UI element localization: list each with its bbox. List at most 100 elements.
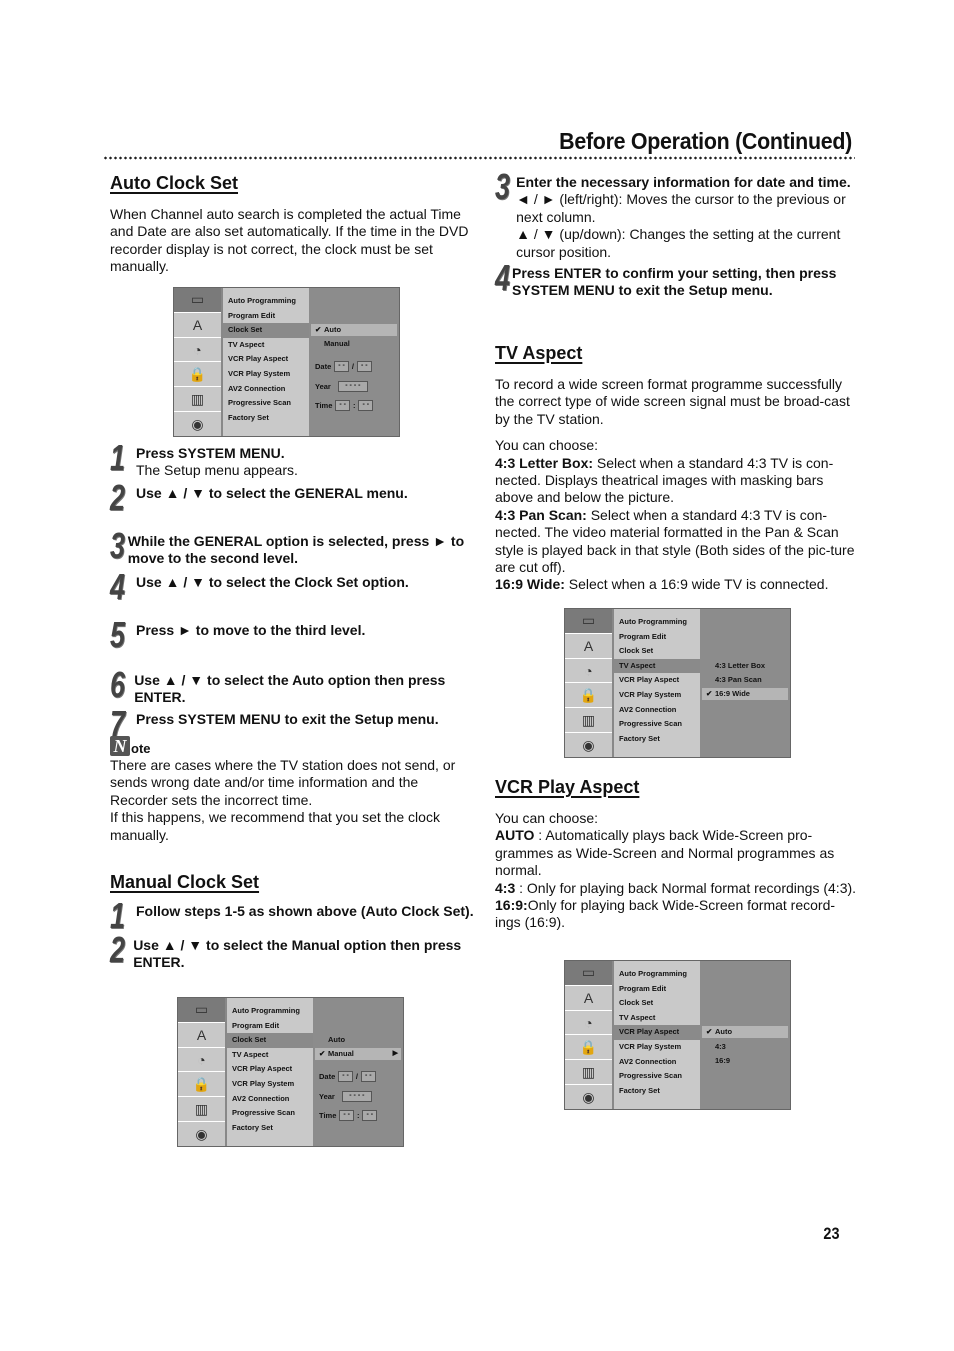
lock-icon[interactable]: 🔒 — [565, 683, 612, 709]
audio-disc-icon[interactable]: ◔ — [565, 1011, 612, 1036]
menu-option[interactable]: ✔ 16:9 Wide — [702, 688, 788, 701]
disc-icon[interactable]: ◉ — [174, 412, 221, 436]
menu-item[interactable]: Program Edit — [614, 982, 700, 997]
option-text: Only for playing back Wide-Screen format… — [495, 897, 836, 931]
step-item: 4 Press ENTER to confirm your setting, th… — [495, 260, 860, 300]
menu-option[interactable]: Auto — [315, 1034, 401, 1046]
time-input[interactable]: - - — [339, 1110, 354, 1121]
disc-icon[interactable]: ◉ — [178, 1122, 225, 1146]
menu-item[interactable]: Auto Programming — [227, 1004, 313, 1019]
menu-item[interactable]: Factory Set — [614, 732, 700, 747]
menu-option[interactable]: 4:3 Pan Scan — [702, 674, 788, 686]
menu-item[interactable]: Program Edit — [227, 1019, 313, 1034]
menu-option[interactable]: ✔ Auto — [311, 324, 397, 337]
menu-item[interactable]: Factory Set — [614, 1084, 700, 1099]
date-input[interactable]: - - — [334, 361, 349, 372]
menu-option[interactable]: ✔ Manual ▶ — [315, 1048, 401, 1061]
step-text: Press ENTER to confirm your setting, the… — [512, 265, 860, 300]
menu-option[interactable]: 4:3 Letter Box — [702, 660, 788, 672]
language-icon[interactable]: A — [565, 986, 612, 1011]
menu-item[interactable]: Progressive Scan — [223, 396, 309, 411]
menu-item[interactable]: Auto Programming — [614, 615, 700, 630]
menu-option[interactable]: 4:3 — [702, 1041, 788, 1053]
year-input[interactable]: - - - - — [337, 381, 368, 392]
menu-item[interactable]: VCR Play System — [614, 688, 700, 703]
menu-item[interactable]: TV Aspect — [227, 1048, 313, 1063]
language-icon[interactable]: A — [174, 313, 221, 338]
step-instruction: Follow steps 1-5 as shown above (Auto Cl… — [136, 903, 474, 919]
menu-options-panel: 4:3 Letter Box 4:3 Pan Scan ✔ 16:9 Wide — [700, 609, 790, 757]
menu-item[interactable]: Auto Programming — [614, 967, 700, 982]
year-input[interactable]: - - - - — [341, 1091, 372, 1102]
menu-item[interactable]: Program Edit — [614, 630, 700, 645]
menu-item[interactable]: Clock Set — [223, 323, 310, 338]
date-input[interactable]: - - — [360, 1071, 376, 1082]
menu-option-label: Manual — [324, 339, 350, 349]
option-description: 4:3 Letter Box: Select when a standard 4… — [495, 455, 857, 507]
menu-item[interactable]: Clock Set — [614, 644, 700, 659]
menu-item[interactable]: VCR Play System — [614, 1040, 700, 1055]
menu-item[interactable]: VCR Play Aspect — [614, 1025, 701, 1040]
setup-menu-manual-clock: ▭ A ◔ 🔒 ▥ ◉ Auto Programming Program Edit Clock … — [177, 997, 404, 1147]
menu-item[interactable]: Clock Set — [227, 1033, 314, 1048]
disc-icon[interactable]: ◉ — [565, 733, 612, 757]
menu-item[interactable]: AV2 Connection — [614, 703, 700, 718]
menu-option[interactable]: 16:9 — [702, 1055, 788, 1067]
date-input[interactable]: - - — [356, 361, 372, 372]
step-item: 1 Follow steps 1-5 as shown above (Auto C… — [110, 898, 475, 934]
menu-item[interactable]: Program Edit — [223, 309, 309, 324]
menu-option[interactable]: ✔ Auto — [702, 1026, 788, 1039]
menu-item[interactable]: Clock Set — [614, 996, 700, 1011]
menu-item[interactable]: Progressive Scan — [614, 1069, 700, 1084]
menu-item[interactable]: VCR Play Aspect — [614, 673, 700, 688]
setup-menu-tv-aspect: ▭ A ◔ 🔒 ▥ ◉ Auto Programming Program Edit Clock … — [564, 608, 791, 758]
date-input[interactable]: - - — [338, 1071, 353, 1082]
time-input[interactable]: - - — [362, 1110, 378, 1121]
tv-icon[interactable]: ▭ — [174, 288, 221, 313]
tv-icon[interactable]: ▭ — [565, 961, 612, 986]
language-icon[interactable]: A — [178, 1023, 225, 1048]
tv-icon[interactable]: ▭ — [565, 609, 612, 634]
film-icon[interactable]: ▥ — [565, 708, 612, 734]
audio-disc-icon[interactable]: ◔ — [565, 659, 612, 684]
option-text: Select when a 16:9 wide TV is connected. — [564, 576, 829, 593]
menu-item[interactable]: AV2 Connection — [223, 382, 309, 397]
menu-item[interactable]: Factory Set — [223, 411, 309, 426]
tv-icon[interactable]: ▭ — [178, 998, 225, 1023]
menu-item[interactable]: AV2 Connection — [614, 1055, 700, 1070]
film-icon[interactable]: ▥ — [565, 1060, 612, 1086]
menu-item-list: Auto Programming Program Edit Clock Set TV … — [227, 998, 314, 1146]
menu-item[interactable]: VCR Play Aspect — [227, 1062, 313, 1077]
film-icon[interactable]: ▥ — [178, 1097, 225, 1123]
time-input[interactable]: - - — [335, 400, 350, 411]
menu-item[interactable]: AV2 Connection — [227, 1092, 313, 1107]
lock-icon[interactable]: 🔒 — [178, 1072, 225, 1098]
menu-item[interactable]: TV Aspect — [614, 1011, 700, 1026]
note-line-2: If this happens, we recommend that you s… — [110, 809, 440, 843]
checkmark-icon: ✔ — [706, 689, 713, 699]
lock-icon[interactable]: 🔒 — [565, 1035, 612, 1061]
audio-disc-icon[interactable]: ◔ — [178, 1048, 225, 1073]
film-icon[interactable]: ▥ — [174, 387, 221, 413]
menu-item[interactable]: Progressive Scan — [227, 1106, 313, 1121]
step-instruction: Press ► to move to the third level. — [136, 621, 366, 638]
language-icon[interactable]: A — [565, 634, 612, 659]
menu-item[interactable]: VCR Play Aspect — [223, 352, 309, 367]
menu-option[interactable]: Manual — [311, 338, 397, 350]
lock-icon[interactable]: 🔒 — [174, 362, 221, 388]
menu-item[interactable]: TV Aspect — [614, 658, 701, 674]
menu-item[interactable]: Auto Programming — [223, 294, 309, 309]
menu-item[interactable]: TV Aspect — [223, 338, 309, 353]
disc-icon[interactable]: ◉ — [565, 1085, 612, 1109]
menu-item[interactable]: Progressive Scan — [614, 717, 700, 732]
time-input[interactable]: - - — [358, 400, 374, 411]
step-subtext: The Setup menu appears. — [136, 462, 298, 479]
option-label: 4:3 — [495, 879, 516, 896]
step-number: 2 — [110, 929, 125, 970]
step-instruction: Use ▲ / ▼ to select the Auto option then… — [134, 671, 446, 706]
option-label: 16:9: — [495, 897, 528, 914]
audio-disc-icon[interactable]: ◔ — [174, 338, 221, 363]
menu-item[interactable]: VCR Play System — [227, 1077, 313, 1092]
menu-item[interactable]: VCR Play System — [223, 367, 309, 382]
menu-item[interactable]: Factory Set — [227, 1121, 313, 1136]
